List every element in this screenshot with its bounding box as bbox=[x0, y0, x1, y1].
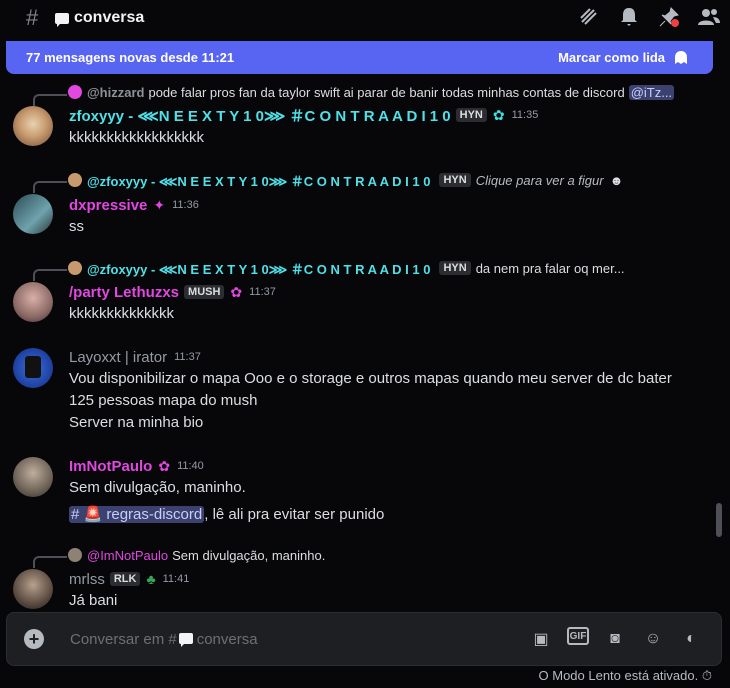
timestamp: 11:36 bbox=[172, 199, 199, 211]
reply-avatar bbox=[68, 548, 82, 562]
gif-icon[interactable]: GIF bbox=[567, 627, 589, 645]
avatar[interactable] bbox=[13, 282, 53, 322]
guild-tag: HYN bbox=[439, 173, 471, 187]
message-composer[interactable]: + Conversar em # conversa ▣ GIF ◙ ☺ ◐ bbox=[6, 612, 722, 666]
reply-author: @zfoxyyy - ⋘N E E X T Y 1 0⋙ ＃C O N T R … bbox=[87, 173, 431, 189]
message-text: kkkkkkkkkkkkkk bbox=[69, 305, 174, 322]
author-name[interactable]: dxpressive bbox=[69, 197, 147, 214]
reply-connector bbox=[33, 94, 67, 106]
mark-as-read-label: Marcar como lida bbox=[558, 50, 665, 65]
new-messages-banner[interactable]: 77 mensagens novas desde 11:21 Marcar co… bbox=[6, 41, 713, 74]
guild-tag[interactable]: MUSH bbox=[184, 285, 225, 299]
input-channel: conversa bbox=[196, 630, 258, 648]
channel-header: # conversa bbox=[0, 0, 730, 36]
pin-icon[interactable] bbox=[658, 6, 680, 28]
timestamp: 11:35 bbox=[511, 109, 539, 121]
bell-icon[interactable] bbox=[618, 6, 640, 28]
message-text: 125 pessoas mapa do mush bbox=[69, 392, 258, 409]
gift-icon[interactable]: ▣ bbox=[529, 627, 553, 651]
reply-preview[interactable]: @zfoxyyy - ⋘N E E X T Y 1 0⋙ ＃C O N T R … bbox=[68, 259, 693, 277]
hash-icon: # bbox=[26, 5, 39, 30]
new-messages-text: 77 mensagens novas desde 11:21 bbox=[26, 50, 235, 65]
members-icon[interactable] bbox=[698, 6, 720, 28]
avatar[interactable] bbox=[13, 348, 53, 388]
flower-icon: ✿ bbox=[158, 457, 171, 474]
flower-icon: ✿ bbox=[492, 106, 505, 123]
reply-connector bbox=[33, 556, 67, 568]
slowmode-notice: O Modo Lento está ativado. ⏱ bbox=[539, 668, 712, 684]
reply-preview[interactable]: @zfoxyyy - ⋘N E E X T Y 1 0⋙ ＃C O N T R … bbox=[68, 171, 693, 189]
avatar[interactable] bbox=[13, 457, 53, 497]
reply-mention[interactable]: @iTz... bbox=[628, 84, 675, 100]
message-text: Vou disponibilizar o mapa Ooo e o storag… bbox=[69, 370, 672, 387]
reply-avatar bbox=[68, 261, 82, 275]
message-text: Server na minha bio bbox=[69, 414, 204, 431]
timestamp: 11:41 bbox=[162, 573, 190, 585]
clover-icon: ♣ bbox=[146, 571, 156, 587]
timestamp: 11:37 bbox=[174, 351, 201, 363]
mark-read-icon bbox=[675, 50, 687, 64]
slowmode-text: O Modo Lento está ativado. bbox=[538, 668, 699, 683]
channel-mention[interactable]: # 🚨 regras-discord bbox=[69, 506, 205, 523]
add-attachment-button[interactable]: + bbox=[24, 629, 44, 649]
avatar[interactable] bbox=[13, 569, 53, 609]
reply-text: Clique para ver a figur bbox=[475, 172, 604, 188]
timestamp: 11:37 bbox=[249, 286, 276, 298]
reply-connector bbox=[33, 269, 67, 281]
reply-preview[interactable]: @ImNotPaulo Sem divulgação, maninho. bbox=[68, 546, 693, 564]
sticker-icon: ☻ bbox=[609, 172, 624, 188]
avatar[interactable] bbox=[13, 194, 53, 234]
reply-author: @ImNotPaulo bbox=[87, 547, 169, 563]
reply-author: @hizzard bbox=[87, 84, 145, 100]
reply-author: @zfoxyyy - ⋘N E E X T Y 1 0⋙ ＃C O N T R … bbox=[87, 261, 431, 277]
guild-tag: HYN bbox=[439, 261, 471, 275]
chat-bubble-icon bbox=[178, 632, 193, 647]
scrollbar[interactable] bbox=[716, 503, 722, 537]
message-input[interactable]: Conversar em # conversa bbox=[70, 631, 258, 648]
author-name[interactable]: zfoxyyy - ⋘N E E X T Y 1 0⋙ ＃C O N T R A… bbox=[69, 105, 451, 126]
author-name[interactable]: ImNotPaulo bbox=[69, 458, 152, 475]
role-icon: ✦ bbox=[153, 196, 166, 213]
timer-icon: ⏱ bbox=[701, 668, 712, 683]
sticker-icon[interactable]: ◙ bbox=[603, 627, 627, 651]
reply-text: pode falar pros fan da taylor swift ai p… bbox=[148, 84, 625, 100]
reply-avatar bbox=[68, 85, 82, 99]
message-text: Sem divulgação, maninho. bbox=[69, 479, 246, 496]
reply-avatar bbox=[68, 173, 82, 187]
reply-text: Sem divulgação, maninho. bbox=[172, 547, 326, 563]
guild-tag[interactable]: HYN bbox=[455, 108, 487, 122]
guild-tag[interactable]: RLK bbox=[109, 572, 141, 586]
emoji-icon[interactable]: ☺ bbox=[641, 627, 665, 651]
author-name[interactable]: mrlss bbox=[69, 571, 105, 588]
message-text: kkkkkkkkkkkkkkkkkk bbox=[69, 129, 204, 146]
reply-connector bbox=[33, 181, 67, 193]
avatar[interactable] bbox=[13, 106, 53, 146]
reply-preview[interactable]: @hizzard pode falar pros fan da taylor s… bbox=[68, 83, 693, 101]
chat-bubble-icon bbox=[55, 12, 69, 27]
channel-name: conversa bbox=[74, 9, 145, 26]
author-name[interactable]: /party Lethuzxs bbox=[69, 284, 179, 301]
timestamp: 11:40 bbox=[177, 460, 204, 472]
message-text: ss bbox=[69, 218, 84, 235]
threads-icon[interactable] bbox=[578, 6, 600, 28]
flower-icon: ✿ bbox=[230, 283, 243, 300]
input-placeholder: Conversar em # bbox=[70, 630, 177, 648]
mark-as-read-button[interactable]: Marcar como lida bbox=[558, 50, 689, 66]
avatar-figure bbox=[25, 356, 41, 378]
activities-icon[interactable]: ◐ bbox=[679, 627, 703, 651]
message-text: Já bani bbox=[69, 592, 118, 609]
reply-text: da nem pra falar oq mer... bbox=[475, 260, 625, 276]
channel-mention-label: regras-discord bbox=[106, 506, 203, 523]
author-name[interactable]: Layoxxt | irator bbox=[69, 349, 167, 366]
message-text: , lê ali pra evitar ser punido bbox=[204, 506, 385, 523]
